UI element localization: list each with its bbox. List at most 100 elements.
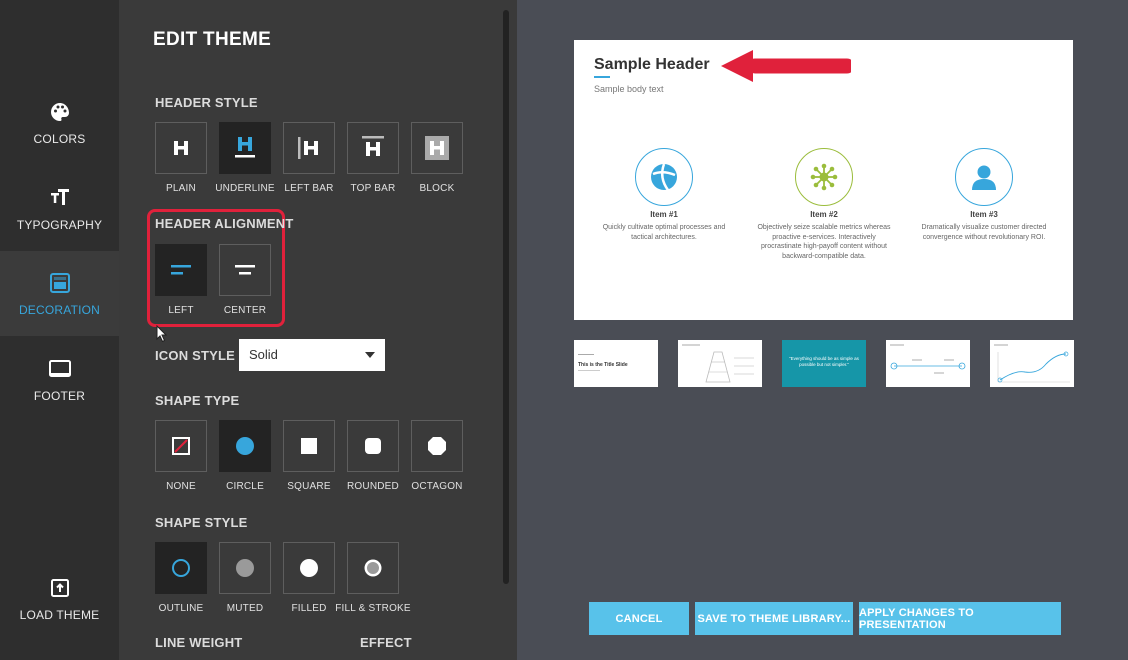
align-left-icon xyxy=(171,265,191,275)
text-size-icon xyxy=(48,186,72,210)
nav-item-footer[interactable]: FOOTER xyxy=(0,337,119,422)
caret-down-icon xyxy=(365,352,375,358)
slide-item-1: Item #1 Quickly cultivate optimal proces… xyxy=(589,148,739,242)
header-style-left-bar[interactable] xyxy=(283,122,335,174)
palette-icon xyxy=(48,100,72,124)
icon-style-title: ICON STYLE xyxy=(155,348,236,363)
outline-circle-icon xyxy=(172,559,190,577)
item-3-circle xyxy=(955,148,1013,206)
monitor-icon xyxy=(48,357,72,381)
nav-item-load-theme[interactable]: LOAD THEME xyxy=(0,556,119,641)
edit-theme-panel: EDIT THEME HEADER STYLE PLAIN UNDERLINE … xyxy=(119,0,517,660)
item-1-desc: Quickly cultivate optimal processes and … xyxy=(602,224,726,241)
left-nav: COLORS TYPOGRAPHY DECORATION FOOTER LOAD… xyxy=(0,0,119,660)
thumb-1-line xyxy=(578,354,594,355)
shape-style-fill-stroke[interactable] xyxy=(347,542,399,594)
item-3-desc: Dramatically visualize customer directed… xyxy=(921,224,1047,241)
slide-header-underline xyxy=(594,76,610,78)
slide-item-3: Item #3 Dramatically visualize customer … xyxy=(909,148,1059,242)
slide-body-text: Sample body text xyxy=(594,84,664,94)
square-icon xyxy=(301,438,317,454)
person-icon xyxy=(972,165,996,190)
header-style-plain[interactable] xyxy=(155,122,207,174)
mouse-cursor-icon xyxy=(156,325,168,343)
slide-thumbnail-1[interactable]: This is the Title Slide xyxy=(574,340,658,387)
save-to-theme-library-button[interactable]: SAVE TO THEME LIBRARY... xyxy=(695,602,853,635)
header-style-underline[interactable] xyxy=(219,122,271,174)
thumb-1-title: This is the Title Slide xyxy=(578,362,628,368)
shape-type-circle[interactable] xyxy=(219,420,271,472)
align-center-option[interactable] xyxy=(219,244,271,296)
header-plain-icon xyxy=(174,141,188,155)
item-1-circle xyxy=(635,148,693,206)
pyramid-thumbnail-icon xyxy=(682,344,754,383)
panel-title: EDIT THEME xyxy=(153,29,272,50)
effect-title: EFFECT xyxy=(360,635,412,650)
cancel-button[interactable]: CANCEL xyxy=(589,602,689,635)
shape-type-label: OCTAGON xyxy=(411,481,463,492)
filled-circle-icon xyxy=(300,559,318,577)
slide-thumbnail-3[interactable]: "Everything should be as simple as possi… xyxy=(782,340,866,387)
octagon-icon xyxy=(428,437,446,455)
nav-item-typography[interactable]: TYPOGRAPHY xyxy=(0,166,119,251)
panel-scrollbar[interactable] xyxy=(503,10,509,584)
header-top-bar-icon xyxy=(362,136,384,156)
nav-item-decoration[interactable]: DECORATION xyxy=(0,251,119,336)
upload-icon xyxy=(48,576,72,600)
decoration-icon xyxy=(48,271,72,295)
muted-circle-icon xyxy=(236,559,254,577)
item-2-circle xyxy=(795,148,853,206)
nav-item-colors[interactable]: COLORS xyxy=(0,80,119,165)
red-arrow-icon xyxy=(721,50,851,82)
icon-style-value: Solid xyxy=(249,347,278,362)
shape-style-filled[interactable] xyxy=(283,542,335,594)
thumb-3-quote: "Everything should be as simple as possi… xyxy=(789,356,859,367)
header-left-bar-icon xyxy=(298,137,318,159)
nav-label-colors: COLORS xyxy=(33,131,86,146)
shape-type-rounded[interactable] xyxy=(347,420,399,472)
line-weight-title: LINE WEIGHT xyxy=(155,635,243,650)
slide-thumbnail-5[interactable] xyxy=(990,340,1074,387)
icon-style-select[interactable]: Solid xyxy=(239,339,385,371)
nav-label-footer: FOOTER xyxy=(33,388,86,403)
shape-type-octagon[interactable] xyxy=(411,420,463,472)
align-left-option[interactable] xyxy=(155,244,207,296)
item-2-desc: Objectively seize scalable metrics where… xyxy=(757,224,891,260)
slide-thumbnail-4[interactable] xyxy=(886,340,970,387)
shape-style-muted[interactable] xyxy=(219,542,271,594)
header-style-title: HEADER STYLE xyxy=(155,95,258,110)
shape-type-none[interactable] xyxy=(155,420,207,472)
slide-header: Sample Header xyxy=(594,56,710,73)
rounded-square-icon xyxy=(365,438,381,454)
network-icon xyxy=(810,163,838,191)
line-chart-thumbnail-icon xyxy=(994,344,1070,383)
shape-style-title: SHAPE STYLE xyxy=(155,515,248,530)
shape-type-square[interactable] xyxy=(283,420,335,472)
timeline-thumbnail-icon xyxy=(890,344,966,374)
header-style-top-bar[interactable] xyxy=(347,122,399,174)
item-3-title: Item #3 xyxy=(970,210,998,219)
header-style-block[interactable] xyxy=(411,122,463,174)
align-label: CENTER xyxy=(223,305,267,316)
circle-icon xyxy=(236,437,254,455)
header-style-label: BLOCK xyxy=(419,183,455,194)
slide-item-2: Item #2 Objectively seize scalable metri… xyxy=(749,148,899,261)
none-icon xyxy=(172,437,190,455)
item-1-title: Item #1 xyxy=(650,210,678,219)
nav-label-typography: TYPOGRAPHY xyxy=(16,217,103,232)
shape-style-outline[interactable] xyxy=(155,542,207,594)
fill-stroke-circle-icon xyxy=(364,559,382,577)
apply-changes-button[interactable]: APPLY CHANGES TO PRESENTATION xyxy=(859,602,1061,635)
beach-ball-icon xyxy=(651,163,677,191)
header-block-icon xyxy=(425,136,449,160)
shape-type-title: SHAPE TYPE xyxy=(155,393,240,408)
item-2-title: Item #2 xyxy=(810,210,838,219)
nav-label-load-theme: LOAD THEME xyxy=(19,607,100,622)
slide-preview: Sample Header Sample body text Item #1 Q… xyxy=(574,40,1073,320)
slide-thumbnail-2[interactable] xyxy=(678,340,762,387)
shape-style-label: FILL & STROKE xyxy=(335,603,411,614)
header-underline-icon xyxy=(235,137,255,158)
nav-label-decoration: DECORATION xyxy=(18,302,101,317)
align-center-icon xyxy=(235,265,255,275)
header-alignment-title: HEADER ALIGNMENT xyxy=(155,216,294,231)
